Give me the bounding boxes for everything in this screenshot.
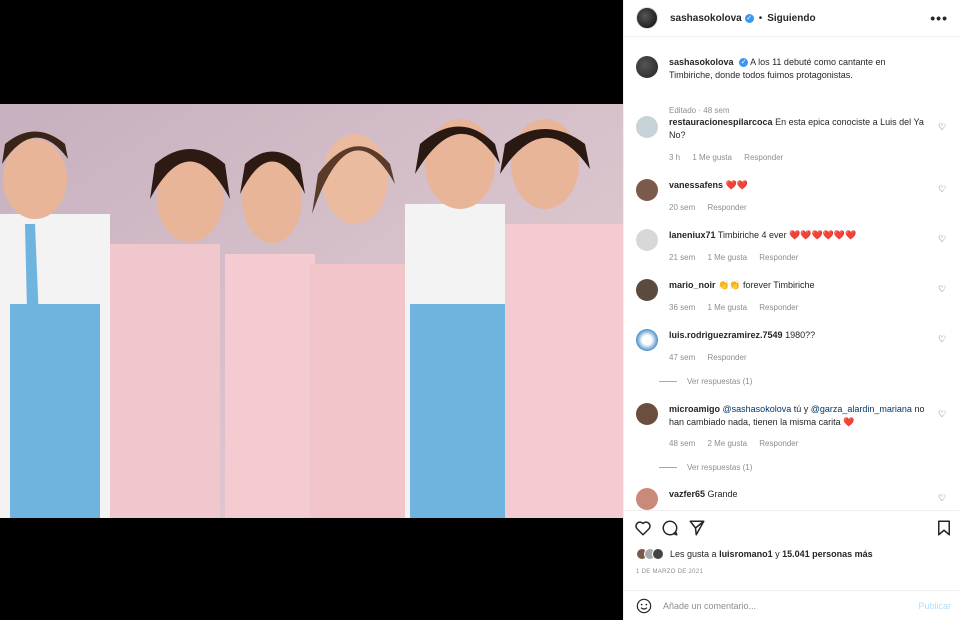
following-button[interactable]: Siguiendo (767, 13, 815, 24)
action-bar (624, 510, 959, 546)
comment-username[interactable]: mario_noir (669, 280, 716, 290)
reply-button[interactable]: Responder (707, 203, 746, 212)
post-header: sashasokolova ✓ • Siguiendo ••• (624, 0, 959, 37)
avatar[interactable] (636, 7, 658, 29)
reply-button[interactable]: Responder (759, 303, 798, 312)
comment-time: 36 sem (669, 303, 696, 312)
comment-username[interactable]: luis.rodriguezramirez.7549 (669, 330, 783, 340)
like-heart-icon[interactable]: ♡ (937, 122, 947, 132)
reply-button[interactable]: Responder (744, 153, 783, 162)
like-heart-icon[interactable]: ♡ (937, 234, 947, 244)
post-date: 1 DE MARZO DE 2021 (636, 569, 704, 575)
avatar[interactable] (636, 403, 658, 425)
reply-button[interactable]: Responder (707, 353, 746, 362)
likes-user[interactable]: luisromano1 (719, 549, 773, 559)
post-detail-panel: sashasokolova ✓ • Siguiendo ••• sashasok… (623, 0, 959, 620)
comment-text: 👏👏 forever Timbiriche (718, 280, 815, 290)
mention-link[interactable]: @sashasokolova (723, 404, 792, 414)
like-heart-icon[interactable]: ♡ (937, 334, 947, 344)
comment-likes[interactable]: 2 Me gusta (707, 439, 747, 448)
comment-username[interactable]: vanessafens (669, 180, 723, 190)
emoji-icon[interactable] (636, 598, 652, 614)
mention-link[interactable]: @garza_alardin_mariana (811, 404, 912, 414)
header-username[interactable]: sashasokolova (670, 13, 742, 24)
avatar[interactable] (636, 279, 658, 301)
bookmark-icon[interactable] (935, 519, 953, 537)
separator-dot: • (758, 12, 763, 24)
verified-badge-icon: ✓ (744, 13, 754, 23)
publish-button[interactable]: Publicar (918, 601, 951, 611)
avatar (652, 548, 664, 560)
like-heart-icon[interactable]: ♡ (937, 493, 947, 503)
reply-button[interactable]: Responder (759, 253, 798, 262)
like-heart-icon[interactable] (634, 519, 652, 537)
comment-text: 1980?? (785, 330, 816, 340)
likes-prefix: Les gusta a (670, 549, 717, 559)
likes-summary[interactable]: Les gusta a luisromano1 y 15.041 persona… (636, 546, 873, 562)
post-photo[interactable] (0, 104, 623, 518)
comment-likes[interactable]: 1 Me gusta (707, 303, 747, 312)
view-replies-button[interactable]: Ver respuestas (1) (659, 377, 752, 386)
avatar[interactable] (636, 488, 658, 510)
share-paper-plane-icon[interactable] (688, 519, 706, 537)
caption-meta: Editado · 48 sem (669, 106, 730, 115)
photo-illustration (0, 104, 623, 518)
comment-time: 47 sem (669, 353, 696, 362)
comment-time: 21 sem (669, 253, 696, 262)
replies-line (659, 381, 677, 383)
comment-time: 48 sem (669, 439, 696, 448)
more-horizontal-icon[interactable]: ••• (930, 10, 948, 26)
likes-count[interactable]: 15.041 personas más (782, 549, 873, 559)
comment-text: Timbiriche 4 ever ❤️❤️❤️❤️❤️❤️ (717, 230, 857, 240)
replies-line (659, 467, 677, 469)
like-heart-icon[interactable]: ♡ (937, 284, 947, 294)
caption-username[interactable]: sashasokolova (669, 57, 734, 67)
comment-username[interactable]: restauracionespilarcoca (669, 117, 773, 127)
avatar[interactable] (636, 116, 658, 138)
comment-time: 20 sem (669, 203, 696, 212)
likes-conj: y (775, 549, 780, 559)
comment-time: 3 h (669, 153, 681, 162)
comment-text: ❤️❤️ (725, 180, 748, 190)
media-area (0, 0, 623, 620)
reply-button[interactable]: Responder (759, 439, 798, 448)
comment-bubble-icon[interactable] (661, 519, 679, 537)
avatar[interactable] (636, 56, 658, 78)
avatar[interactable] (636, 229, 658, 251)
add-comment-bar: Añade un comentario... Publicar (624, 590, 959, 620)
avatar[interactable] (636, 179, 658, 201)
avatar[interactable] (636, 329, 658, 351)
comment-username[interactable]: laneniux71 (669, 230, 716, 240)
like-heart-icon[interactable]: ♡ (937, 409, 947, 419)
comment-text: Grande (707, 489, 738, 499)
comment-input[interactable]: Añade un comentario... (663, 601, 918, 611)
comment-username[interactable]: microamigo (669, 404, 720, 414)
comment-likes[interactable]: 1 Me gusta (692, 153, 732, 162)
view-replies-button[interactable]: Ver respuestas (1) (659, 463, 752, 472)
verified-badge-icon: ✓ (739, 58, 749, 68)
like-heart-icon[interactable]: ♡ (937, 184, 947, 194)
comment-username[interactable]: vazfer65 (669, 489, 705, 499)
comment-likes[interactable]: 1 Me gusta (707, 253, 747, 262)
comments-list[interactable]: sashasokolova ✓ A los 11 debuté como can… (624, 40, 959, 510)
